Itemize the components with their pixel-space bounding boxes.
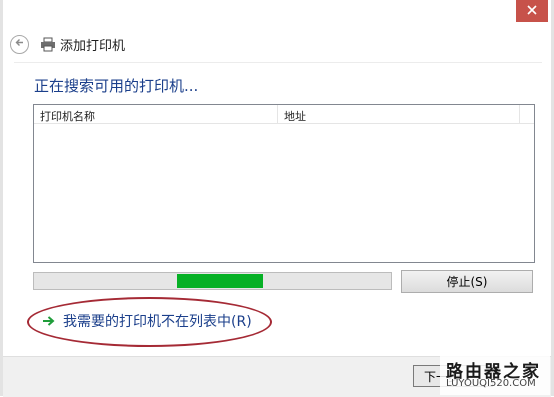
- window-border-left: [0, 0, 3, 396]
- watermark: 路由器之家 LUYOUQI520.COM: [440, 355, 550, 395]
- column-divider: [519, 105, 520, 123]
- printer-list[interactable]: 打印机名称 地址: [33, 104, 535, 263]
- back-button[interactable]: [10, 34, 29, 54]
- column-header-address[interactable]: 地址: [284, 108, 306, 124]
- close-button[interactable]: [516, 0, 548, 22]
- printer-not-listed-link[interactable]: 我需要的打印机不在列表中(R): [42, 311, 252, 331]
- column-divider: [277, 105, 278, 123]
- green-arrow-icon: [42, 315, 55, 328]
- printer-not-listed-label: 我需要的打印机不在列表中(R): [63, 314, 252, 330]
- column-header-printer-name[interactable]: 打印机名称: [40, 108, 95, 124]
- window-title: 添加打印机: [60, 38, 126, 54]
- close-icon: [527, 4, 537, 18]
- watermark-url: LUYOUQI520.COM: [446, 378, 536, 389]
- back-arrow-icon: [14, 37, 25, 51]
- title-bar: 添加打印机: [10, 34, 125, 54]
- search-progress-bar: [33, 272, 392, 290]
- progress-fill: [177, 274, 263, 288]
- page-heading: 正在搜索可用的打印机...: [34, 77, 199, 95]
- list-header: 打印机名称 地址: [34, 105, 534, 124]
- printer-icon: [40, 36, 56, 52]
- stop-button[interactable]: 停止(S): [401, 270, 533, 293]
